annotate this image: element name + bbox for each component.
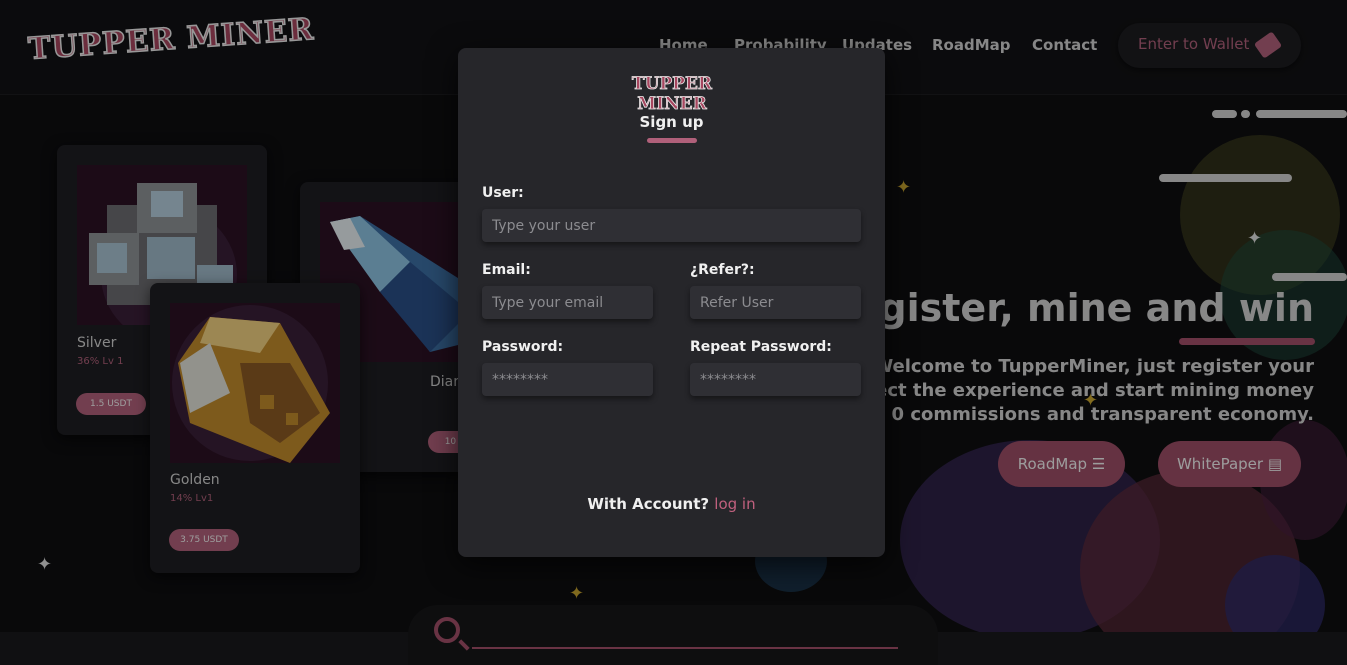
email-field[interactable] [482,286,653,319]
with-account-text: With Account? [587,495,710,513]
modal-logo: TUPPER MINER [631,74,713,115]
repeat-password-label: Repeat Password: [690,339,832,355]
user-label: User: [482,185,524,201]
refer-label: ¿Refer?: [690,262,755,278]
modal-title-underline [647,138,697,143]
login-link[interactable]: log in [714,495,755,513]
email-label: Email: [482,262,531,278]
password-label: Password: [482,339,564,355]
repeat-password-field[interactable] [690,363,861,396]
refer-field[interactable] [690,286,861,319]
user-field[interactable] [482,209,861,242]
signup-modal: TUPPER MINER Sign up User: Email: ¿Refer… [458,48,885,557]
password-field[interactable] [482,363,653,396]
modal-footer: With Account? log in [458,495,885,513]
modal-title: Sign up [639,113,704,131]
